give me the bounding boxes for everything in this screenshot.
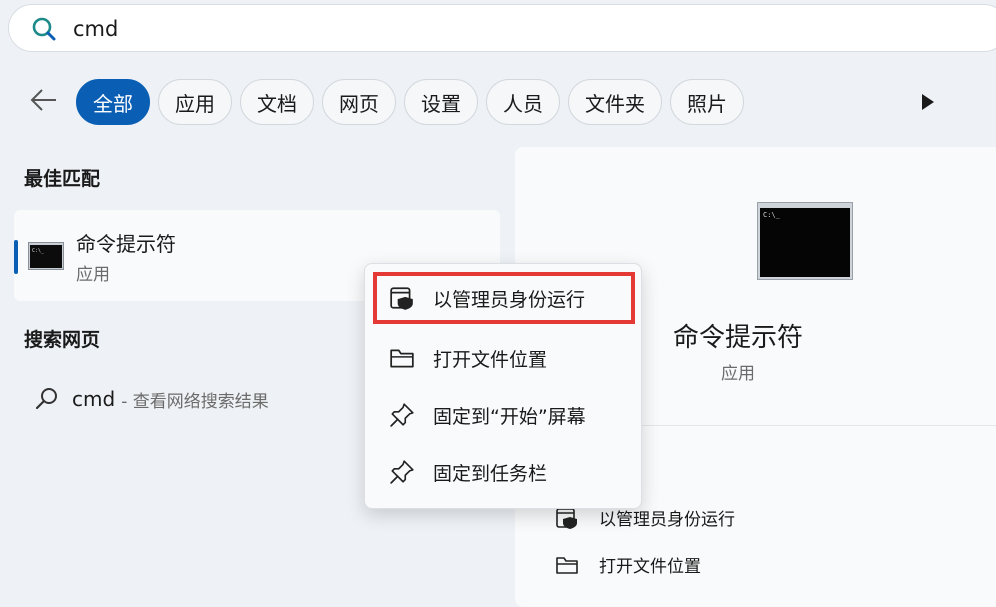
search-icon [35, 388, 57, 410]
pin-icon [390, 403, 414, 427]
tab-web[interactable]: 网页 [322, 79, 396, 125]
menu-item-open-file-location[interactable]: 打开文件位置 [373, 332, 635, 384]
svg-text:C:\_: C:\_ [763, 211, 781, 219]
shield-window-icon [556, 507, 577, 529]
web-search-hint: - 查看网络搜索结果 [121, 391, 269, 412]
folder-icon [556, 556, 578, 574]
selection-indicator [14, 240, 18, 274]
arrow-left-icon [30, 89, 56, 111]
result-name: 命令提示符 [76, 232, 176, 256]
tab-photos[interactable]: 照片 [670, 79, 744, 125]
search-input[interactable] [71, 14, 475, 44]
tab-settings[interactable]: 设置 [404, 79, 478, 125]
tab-documents[interactable]: 文档 [240, 79, 314, 125]
best-match-heading: 最佳匹配 [24, 168, 101, 190]
pin-icon [390, 460, 414, 484]
search-bar[interactable] [8, 4, 996, 52]
tab-apps[interactable]: 应用 [158, 79, 232, 125]
terminal-icon: C:\_ [28, 242, 64, 274]
folder-icon [390, 349, 414, 368]
more-filters-button[interactable] [918, 92, 938, 116]
shield-window-icon [390, 287, 413, 310]
web-search-result[interactable]: cmd - 查看网络搜索结果 [34, 386, 269, 412]
play-arrow-icon [922, 94, 934, 110]
back-button[interactable] [28, 84, 60, 116]
svg-text:C:\_: C:\_ [32, 248, 45, 254]
tab-people[interactable]: 人员 [486, 79, 560, 125]
menu-item-pin-to-taskbar[interactable]: 固定到任务栏 [373, 446, 635, 498]
preview-open-file-location[interactable]: 打开文件位置 [555, 552, 701, 577]
terminal-icon: C:\_ [757, 202, 853, 284]
tab-folders[interactable]: 文件夹 [568, 79, 662, 125]
context-menu: 以管理员身份运行 打开文件位置 固定到“开始”屏幕 固定到任务栏 [364, 263, 642, 509]
menu-item-run-as-admin[interactable]: 以管理员身份运行 [373, 272, 635, 324]
result-type: 应用 [76, 265, 110, 285]
tab-all[interactable]: 全部 [76, 79, 150, 125]
search-icon [31, 16, 57, 46]
filter-tabs: 全部 应用 文档 网页 设置 人员 文件夹 照片 [76, 79, 744, 125]
web-search-heading: 搜索网页 [24, 329, 101, 351]
menu-item-pin-to-start[interactable]: 固定到“开始”屏幕 [373, 389, 635, 441]
web-search-query: cmd [72, 387, 116, 411]
